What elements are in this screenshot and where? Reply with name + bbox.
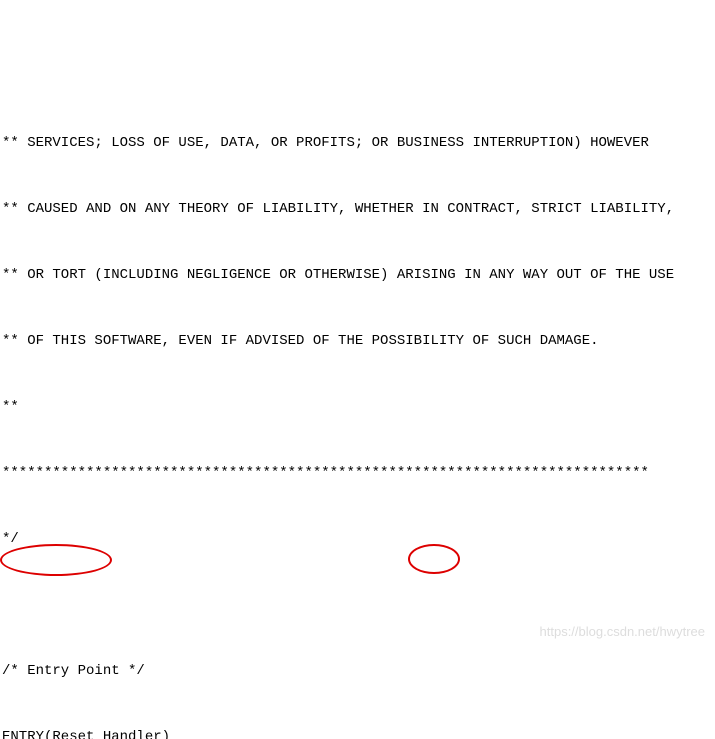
code-line: ** OF THIS SOFTWARE, EVEN IF ADVISED OF … <box>0 330 715 352</box>
code-line <box>0 594 715 616</box>
code-line: ** <box>0 396 715 418</box>
code-line: ** SERVICES; LOSS OF USE, DATA, OR PROFI… <box>0 132 715 154</box>
code-line: ENTRY(Reset_Handler) <box>0 726 715 739</box>
code-line: ** CAUSED AND ON ANY THEORY OF LIABILITY… <box>0 198 715 220</box>
code-line: ** OR TORT (INCLUDING NEGLIGENCE OR OTHE… <box>0 264 715 286</box>
code-line: ****************************************… <box>0 462 715 484</box>
code-editor-viewport[interactable]: ** SERVICES; LOSS OF USE, DATA, OR PROFI… <box>0 88 715 651</box>
code-line: /* Entry Point */ <box>0 660 715 682</box>
watermark: https://blog.csdn.net/hwytree <box>540 621 705 643</box>
code-line: */ <box>0 528 715 550</box>
